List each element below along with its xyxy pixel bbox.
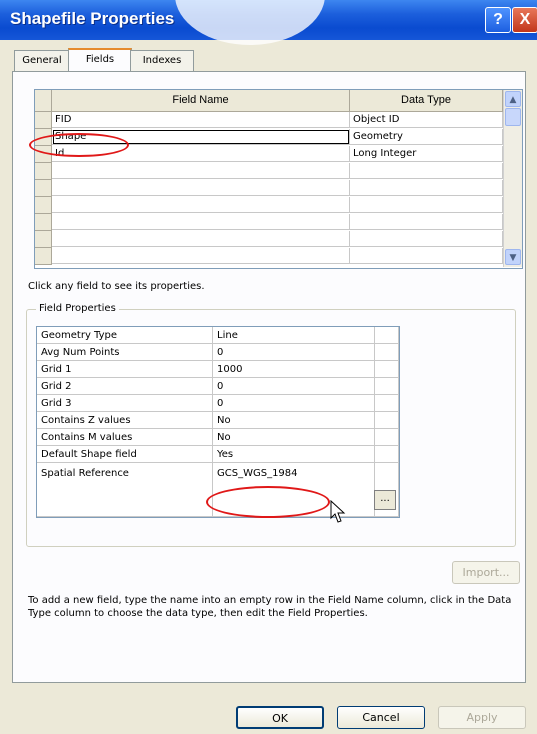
property-label: Grid 2 <box>37 378 213 395</box>
field-name-cell[interactable] <box>52 231 350 247</box>
property-extra-cell <box>375 378 399 395</box>
property-label: Grid 3 <box>37 395 213 412</box>
property-extra-cell <box>375 327 399 344</box>
data-type-cell[interactable]: Object ID <box>350 112 503 128</box>
field-properties-legend: Field Properties <box>36 303 119 314</box>
field-name-cell[interactable] <box>52 180 350 196</box>
close-button[interactable]: X <box>512 7 537 33</box>
scroll-up-icon[interactable]: ▲ <box>505 91 521 107</box>
row-selector[interactable] <box>35 112 52 129</box>
field-properties-table[interactable]: Geometry Type Line Avg Num Points 0 Grid… <box>36 326 400 518</box>
property-extra-cell <box>375 429 399 446</box>
row-selector[interactable] <box>35 214 52 231</box>
import-button[interactable]: Import... <box>452 561 520 584</box>
shapefile-properties-dialog: Shapefile Properties ? X General Fields … <box>0 0 537 734</box>
row-selector[interactable] <box>35 248 52 265</box>
property-label: Geometry Type <box>37 327 213 344</box>
spatial-reference-annotation-oval <box>206 486 330 518</box>
scroll-thumb[interactable] <box>505 108 521 126</box>
fields-grid-scrollbar[interactable]: ▲ ▼ <box>503 90 522 267</box>
property-label: Contains Z values <box>37 412 213 429</box>
row-selector[interactable] <box>35 180 52 197</box>
field-name-cell[interactable] <box>52 163 350 179</box>
data-type-cell[interactable]: Geometry <box>350 129 503 145</box>
property-value[interactable]: 0 <box>213 378 375 395</box>
property-label: Grid 1 <box>37 361 213 378</box>
field-name-cell[interactable] <box>52 214 350 230</box>
shape-annotation-oval <box>29 133 129 157</box>
data-type-cell[interactable] <box>350 197 503 213</box>
data-type-header[interactable]: Data Type <box>350 90 503 112</box>
data-type-cell[interactable] <box>350 214 503 230</box>
property-extra-cell <box>375 361 399 378</box>
field-name-header[interactable]: Field Name <box>52 90 350 112</box>
field-name-cell[interactable]: FID <box>52 112 350 128</box>
instructions-text: To add a new field, type the name into a… <box>28 595 512 619</box>
ok-button[interactable]: OK <box>236 706 324 729</box>
property-value[interactable]: No <box>213 429 375 446</box>
grid-corner <box>35 90 52 112</box>
field-name-cell[interactable] <box>52 248 350 264</box>
spatial-reference-browse-button[interactable]: ... <box>374 490 396 510</box>
cancel-button[interactable]: Cancel <box>337 706 425 729</box>
mouse-cursor-icon <box>330 500 346 523</box>
property-value[interactable]: 0 <box>213 395 375 412</box>
row-selector[interactable] <box>35 197 52 214</box>
fields-grid[interactable]: Field Name Data Type FID Object ID Shape… <box>34 89 523 269</box>
property-label: Avg Num Points <box>37 344 213 361</box>
data-type-cell[interactable] <box>350 248 503 264</box>
scroll-down-icon[interactable]: ▼ <box>505 249 521 265</box>
property-extra-cell <box>375 395 399 412</box>
help-button[interactable]: ? <box>485 7 511 33</box>
hint-text: Click any field to see its properties. <box>28 281 205 292</box>
property-value[interactable]: Line <box>213 327 375 344</box>
row-selector[interactable] <box>35 163 52 180</box>
apply-button[interactable]: Apply <box>438 706 526 729</box>
property-extra-cell <box>375 344 399 361</box>
property-value[interactable]: 0 <box>213 344 375 361</box>
property-label: Contains M values <box>37 429 213 446</box>
data-type-cell[interactable] <box>350 231 503 247</box>
property-extra-cell <box>375 446 399 463</box>
property-value[interactable]: No <box>213 412 375 429</box>
tab-indexes[interactable]: Indexes <box>130 50 194 71</box>
data-type-cell[interactable] <box>350 180 503 196</box>
window-title: Shapefile Properties <box>10 9 175 28</box>
property-label: Spatial Reference <box>37 463 213 517</box>
data-type-cell[interactable]: Long Integer <box>350 146 503 162</box>
property-value[interactable]: 1000 <box>213 361 375 378</box>
tab-general[interactable]: General <box>14 50 70 71</box>
data-type-cell[interactable] <box>350 163 503 179</box>
property-label: Default Shape field <box>37 446 213 463</box>
property-extra-cell <box>375 412 399 429</box>
row-selector[interactable] <box>35 231 52 248</box>
field-name-cell[interactable] <box>52 197 350 213</box>
property-value[interactable]: Yes <box>213 446 375 463</box>
